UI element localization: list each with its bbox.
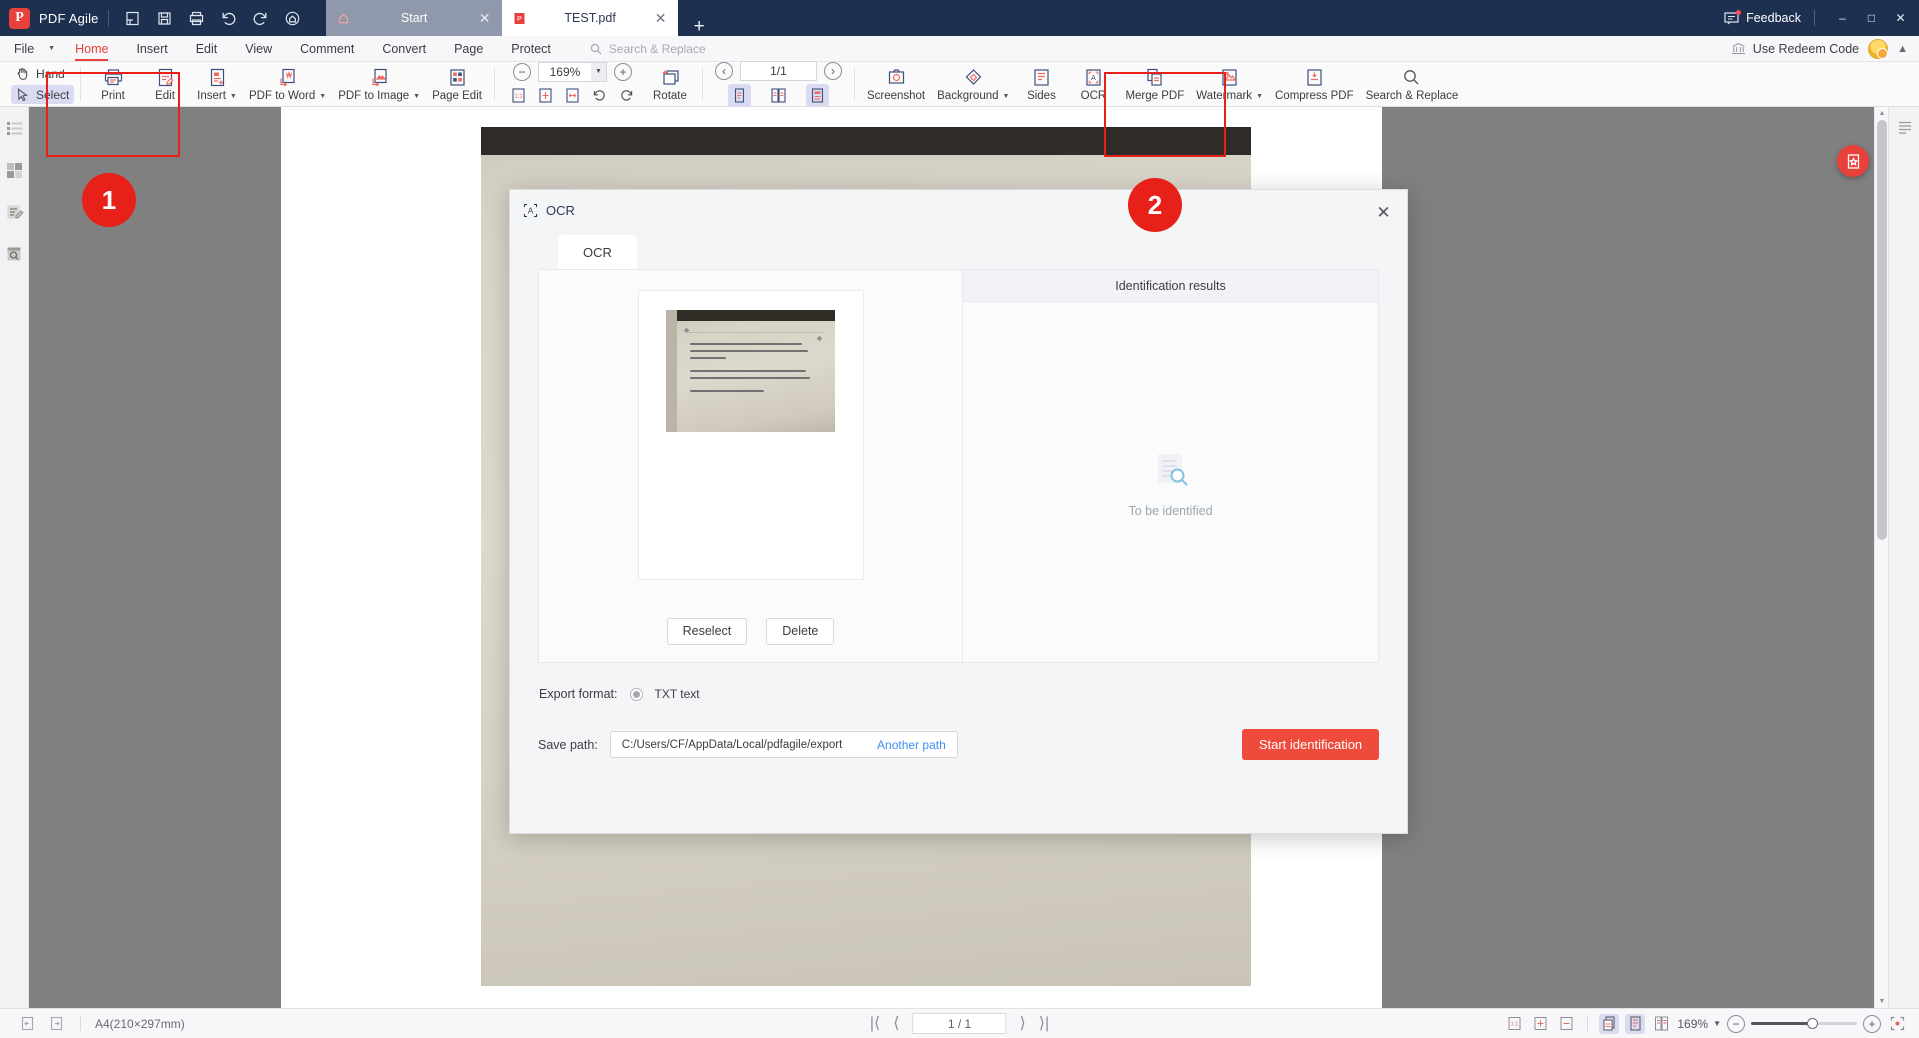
delete-button[interactable]: Delete — [766, 617, 835, 645]
svg-text:A: A — [528, 207, 534, 216]
ocr-icon: A — [523, 203, 538, 218]
status-bar: A4(210×297mm) |⟨ ⟨ 1 / 1 ⟩ ⟩| 1:1 169% ▼… — [0, 1008, 1919, 1038]
next-page-button[interactable]: ⟩ — [1020, 1015, 1026, 1032]
preview-card: ❖ ❖ — [637, 290, 864, 580]
step-2-badge: 2 — [1128, 178, 1182, 232]
tab-ocr[interactable]: OCR — [558, 235, 637, 269]
dialog-tabs: OCR — [510, 235, 1407, 269]
modal-overlay: A OCR ✕ OCR ❖ ❖ Reselect Delete Identifi… — [0, 0, 1919, 1038]
save-path-value: C:/Users/CF/AppData/Local/pdfagile/expor… — [621, 738, 843, 751]
source-image-thumbnail: ❖ ❖ — [666, 310, 835, 432]
dialog-title-group: A OCR — [523, 203, 575, 218]
another-path-link[interactable]: Another path — [877, 738, 946, 752]
results-pane: Identification results To be identified — [963, 270, 1378, 662]
zoom-slider[interactable] — [1751, 1017, 1857, 1031]
reselect-button[interactable]: Reselect — [666, 617, 748, 645]
status-left-group: A4(210×297mm) — [0, 1014, 185, 1034]
fit-page-icon[interactable] — [1530, 1014, 1550, 1034]
svg-text:1:1: 1:1 — [1511, 1022, 1519, 1028]
slider-knob[interactable] — [1807, 1018, 1819, 1029]
divider — [80, 1016, 81, 1031]
prev-page-icon[interactable] — [17, 1014, 37, 1034]
save-path-input[interactable]: C:/Users/CF/AppData/Local/pdfagile/expor… — [609, 731, 958, 758]
fit-width-icon[interactable] — [1556, 1014, 1576, 1034]
dialog-body: ❖ ❖ Reselect Delete Identification resul… — [510, 269, 1407, 833]
actual-size-icon[interactable]: 1:1 — [1504, 1014, 1524, 1034]
export-format-label: Export format: — [539, 687, 618, 701]
next-page-icon[interactable] — [46, 1014, 66, 1034]
page-indicator[interactable]: 1 / 1 — [912, 1013, 1007, 1034]
preview-pane: ❖ ❖ Reselect Delete — [539, 270, 963, 662]
ocr-dialog: A OCR ✕ OCR ❖ ❖ Reselect Delete Identifi… — [509, 189, 1408, 834]
divider — [1587, 1016, 1589, 1031]
zoom-level-dropdown[interactable]: 169% ▼ — [1677, 1017, 1721, 1031]
results-header: Identification results — [963, 270, 1378, 302]
save-path-row: Save path: C:/Users/CF/AppData/Local/pdf… — [538, 729, 1379, 760]
results-empty-state: To be identified — [963, 302, 1378, 662]
prev-page-button[interactable]: ⟨ — [893, 1015, 899, 1032]
image-dark-band — [666, 310, 835, 321]
txt-radio-label: TXT text — [654, 687, 700, 701]
image-left-band — [666, 310, 677, 432]
single-page-icon[interactable] — [1599, 1013, 1620, 1034]
zoom-level-value: 169% — [1677, 1016, 1709, 1031]
export-format-row: Export format: TXT text — [538, 687, 1379, 701]
continuous-icon[interactable] — [1625, 1013, 1646, 1034]
preview-area[interactable]: ❖ ❖ — [539, 270, 962, 600]
step-1-badge: 1 — [82, 173, 136, 227]
fullscreen-icon[interactable] — [1887, 1014, 1907, 1034]
chevron-down-icon[interactable]: ▼ — [1713, 1019, 1721, 1028]
page-size-label: A4(210×297mm) — [95, 1016, 185, 1031]
page-navigation: |⟨ ⟨ 1 / 1 ⟩ ⟩| — [870, 1013, 1049, 1034]
zoom-out-button[interactable]: − — [1727, 1014, 1745, 1033]
start-identification-button[interactable]: Start identification — [1242, 729, 1379, 760]
preview-actions: Reselect Delete — [539, 600, 962, 662]
dialog-header: A OCR ✕ — [510, 190, 1407, 235]
pdf-agile-window: P PDF Agile Start ✕ P TEST.pdf ✕ + Feedb… — [0, 0, 1919, 1038]
save-path-label: Save path: — [538, 737, 598, 752]
dialog-panes: ❖ ❖ Reselect Delete Identification resul… — [538, 269, 1379, 663]
dialog-title: OCR — [546, 203, 575, 218]
results-empty-text: To be identified — [1128, 503, 1213, 518]
txt-radio[interactable] — [629, 687, 643, 701]
two-page-icon[interactable] — [1651, 1014, 1671, 1034]
status-right-group: 1:1 169% ▼ − + — [1504, 1013, 1919, 1034]
last-page-button[interactable]: ⟩| — [1039, 1015, 1049, 1032]
document-search-icon — [1157, 453, 1187, 485]
first-page-button[interactable]: |⟨ — [870, 1015, 880, 1032]
zoom-in-button[interactable]: + — [1863, 1014, 1881, 1033]
slider-fill — [1751, 1022, 1812, 1025]
close-icon[interactable]: ✕ — [1371, 200, 1396, 225]
